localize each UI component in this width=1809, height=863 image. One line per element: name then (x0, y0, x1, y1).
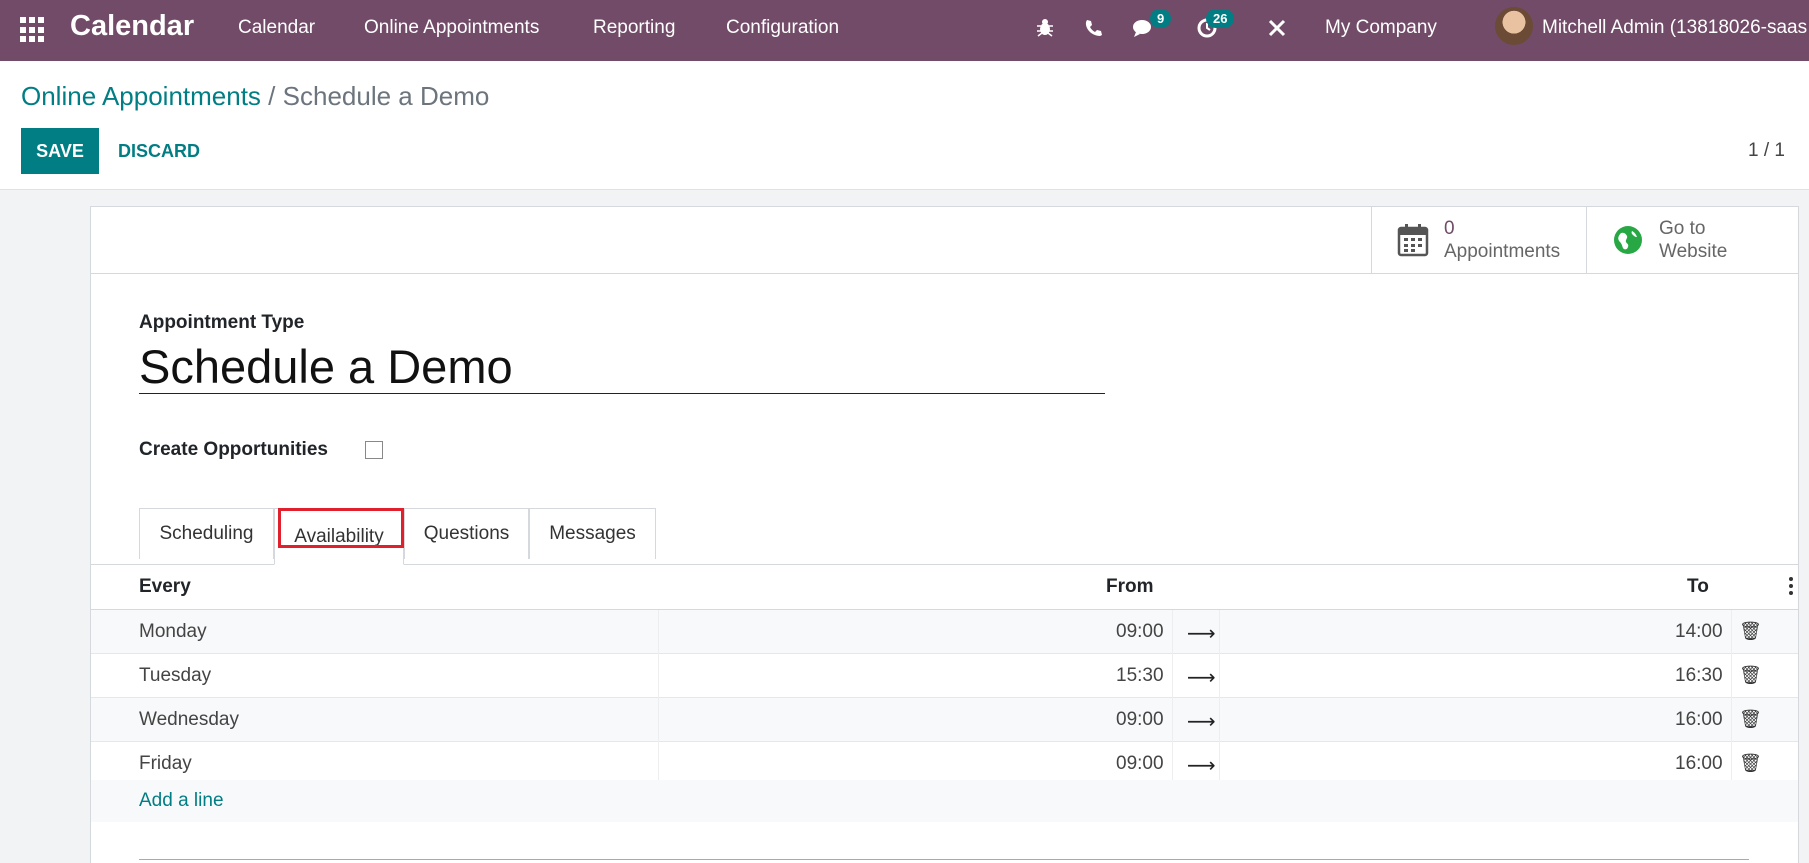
trash-icon[interactable]: 🗑 (1739, 621, 1762, 642)
company-switcher[interactable]: My Company (1325, 17, 1437, 39)
record-pager[interactable]: 1 / 1 (1748, 140, 1785, 162)
row-from[interactable]: 15:30 (1116, 665, 1164, 687)
breadcrumb-parent-link[interactable]: Online Appointments (21, 81, 261, 111)
optional-columns-icon[interactable] (1789, 577, 1795, 595)
add-a-line-link[interactable]: Add a line (139, 790, 224, 812)
arrow-right-icon: ⟶ (1187, 667, 1216, 689)
create-opportunities-checkbox[interactable] (365, 441, 383, 459)
row-from[interactable]: 09:00 (1116, 621, 1164, 643)
appointments-count: 0 (1444, 218, 1455, 239)
row-day[interactable]: Friday (139, 753, 192, 775)
cell-divider (658, 698, 659, 742)
globe-icon (1611, 222, 1645, 258)
cell-divider (1219, 610, 1220, 654)
website-label-line1: Go to (1659, 218, 1706, 239)
phone-icon[interactable] (1080, 15, 1106, 41)
column-to[interactable]: To (1687, 576, 1709, 598)
column-every[interactable]: Every (139, 576, 191, 598)
breadcrumb-separator: / (268, 81, 276, 111)
cell-divider (658, 610, 659, 654)
trash-icon[interactable]: 🗑 (1739, 709, 1762, 730)
breadcrumb: Online Appointments / Schedule a Demo (21, 81, 489, 112)
cell-divider (1172, 654, 1173, 698)
row-day[interactable]: Tuesday (139, 665, 211, 687)
notebook-tabs: Scheduling Availability Questions Messag… (91, 508, 1798, 565)
appointments-label: Appointments (1444, 241, 1561, 262)
debug-bug-icon[interactable] (1032, 15, 1058, 41)
menu-reporting[interactable]: Reporting (593, 17, 675, 39)
row-day[interactable]: Wednesday (139, 709, 239, 731)
cell-divider (1731, 698, 1732, 742)
save-button[interactable]: SAVE (21, 128, 99, 174)
smart-button-box: 0 Appointments Go to Website (91, 207, 1798, 274)
arrow-right-icon: ⟶ (1187, 623, 1216, 645)
messages-badge: 9 (1150, 9, 1172, 28)
menu-calendar[interactable]: Calendar (238, 17, 315, 39)
row-from[interactable]: 09:00 (1116, 709, 1164, 731)
apps-menu-icon[interactable] (20, 15, 48, 43)
discard-button[interactable]: DISCARD (118, 141, 200, 162)
table-row[interactable]: Tuesday 15:30 ⟶ 16:30 🗑 (91, 654, 1798, 698)
calendar-icon (1396, 222, 1430, 258)
arrow-right-icon: ⟶ (1187, 755, 1216, 777)
appointments-stat-button[interactable]: 0 Appointments (1371, 207, 1586, 273)
appointment-type-input[interactable]: Schedule a Demo (139, 339, 1105, 394)
cell-divider (1172, 698, 1173, 742)
arrow-right-icon: ⟶ (1187, 711, 1216, 733)
cell-divider (1731, 610, 1732, 654)
app-brand[interactable]: Calendar (70, 10, 194, 43)
tools-icon[interactable] (1264, 15, 1290, 41)
user-menu[interactable]: Mitchell Admin (13818026-saas (1542, 17, 1807, 39)
appointment-type-label: Appointment Type (139, 312, 305, 333)
cell-divider (1219, 654, 1220, 698)
user-avatar[interactable] (1495, 7, 1533, 45)
tab-questions[interactable]: Questions (404, 508, 529, 559)
website-label-line2: Website (1659, 241, 1728, 262)
divider (139, 859, 1749, 860)
row-to[interactable]: 16:00 (1675, 753, 1723, 775)
tab-availability[interactable]: Availability (274, 508, 404, 565)
row-to[interactable]: 16:30 (1675, 665, 1723, 687)
control-panel: Online Appointments / Schedule a Demo SA… (0, 61, 1809, 190)
column-from[interactable]: From (1106, 576, 1154, 598)
row-to[interactable]: 16:00 (1675, 709, 1723, 731)
form-sheet: 0 Appointments Go to Website Appointment… (90, 206, 1799, 863)
create-opportunities-label: Create Opportunities (139, 439, 328, 460)
add-line-row: Add a line (91, 780, 1798, 822)
row-day[interactable]: Monday (139, 621, 207, 643)
table-row[interactable]: Wednesday 09:00 ⟶ 16:00 🗑 (91, 698, 1798, 742)
menu-online-appointments[interactable]: Online Appointments (364, 17, 539, 39)
go-to-website-button[interactable]: Go to Website (1586, 207, 1800, 273)
availability-table-header: Every From To (91, 565, 1798, 610)
table-row[interactable]: Monday 09:00 ⟶ 14:00 🗑 (91, 610, 1798, 654)
menu-configuration[interactable]: Configuration (726, 17, 839, 39)
cell-divider (1172, 610, 1173, 654)
row-to[interactable]: 14:00 (1675, 621, 1723, 643)
row-from[interactable]: 09:00 (1116, 753, 1164, 775)
breadcrumb-current: Schedule a Demo (282, 81, 490, 111)
tab-scheduling[interactable]: Scheduling (139, 508, 274, 559)
trash-icon[interactable]: 🗑 (1739, 665, 1762, 686)
top-navbar: Calendar Calendar Online Appointments Re… (0, 0, 1809, 61)
activities-badge: 26 (1206, 9, 1235, 28)
trash-icon[interactable]: 🗑 (1739, 753, 1762, 774)
cell-divider (1731, 654, 1732, 698)
cell-divider (1219, 698, 1220, 742)
cell-divider (658, 654, 659, 698)
tab-messages[interactable]: Messages (529, 508, 656, 559)
